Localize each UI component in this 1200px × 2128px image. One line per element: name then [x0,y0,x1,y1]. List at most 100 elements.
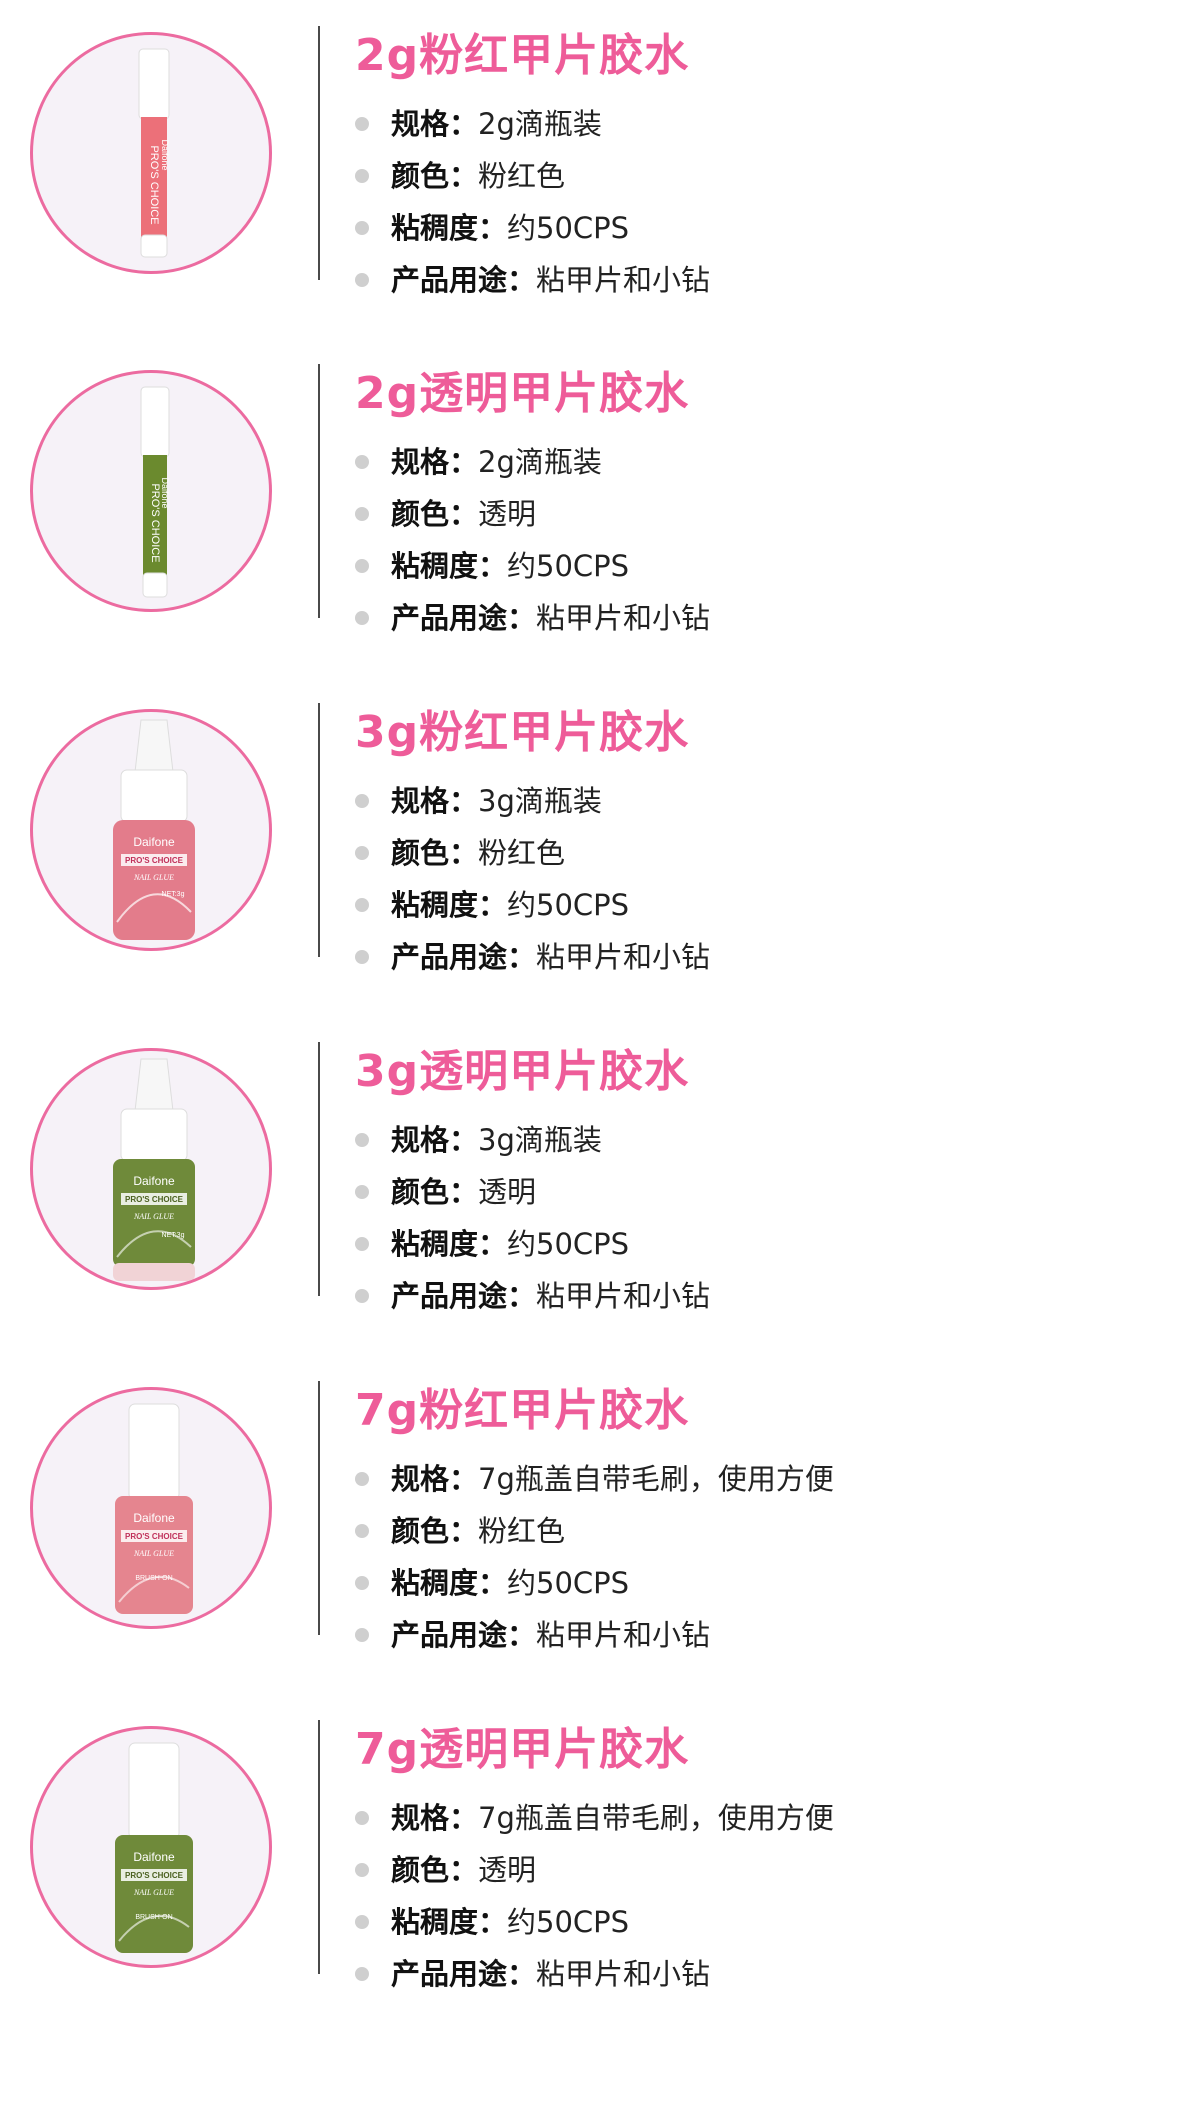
bullet-icon [355,950,369,964]
spec-item: 粘稠度：约50CPS [355,1557,834,1609]
bullet-icon [355,1915,369,1929]
pack-text-2: NAIL GLUE [133,1888,174,1897]
bullet-icon [355,1628,369,1642]
spec-value: 粉红色 [478,159,566,193]
spec-item: 规格：7g瓶盖自带毛刷，使用方便 [355,1453,834,1505]
green-brush-bottle-icon: Daifone PRO'S CHOICE NAIL GLUE BRUSH-ON [115,1742,193,1953]
section-divider [318,364,320,618]
product-title: 7g粉红甲片胶水 [355,1385,690,1436]
bullet-icon [355,1237,369,1251]
spec-item: 颜色：透明 [355,1166,710,1218]
spec-value: 粘甲片和小钻 [536,1618,711,1652]
spec-item: 产品用途：粘甲片和小钻 [355,1948,834,2000]
bullet-icon [355,559,369,573]
spec-label: 产品用途： [391,1618,537,1652]
pack-text-3: BRUSH-ON [135,1575,172,1582]
pink-brush-bottle-icon: Daifone PRO'S CHOICE NAIL GLUE BRUSH-ON [115,1403,193,1614]
product-title: 3g透明甲片胶水 [355,1046,690,1097]
spec-value: 2g滴瓶装 [478,445,602,479]
product-image-frame: PRO'S CHOICE Daifone [30,370,272,612]
spec-label: 产品用途： [391,263,537,297]
spec-list: 规格：7g瓶盖自带毛刷，使用方便 颜色：透明 粘稠度：约50CPS 产品用途：粘… [355,1792,834,2000]
section-divider [318,1381,320,1635]
spec-value: 粘甲片和小钻 [536,263,711,297]
product-title: 3g粉红甲片胶水 [355,707,690,758]
green-dropper-bottle-icon: Daifone PRO'S CHOICE NAIL GLUE NET:3g [113,1058,195,1281]
bullet-icon [355,1863,369,1877]
bullet-icon [355,169,369,183]
spec-label: 产品用途： [391,1957,537,1991]
spec-label: 粘稠度： [391,1566,508,1600]
spec-label: 粘稠度： [391,549,508,583]
pink-dropper-bottle-icon: Daifone PRO'S CHOICE NAIL GLUE NET:3g [113,719,195,940]
spec-value: 3g滴瓶装 [478,1123,602,1157]
spec-label: 粘稠度： [391,211,508,245]
spec-value: 粘甲片和小钻 [536,1279,711,1313]
spec-value: 3g滴瓶装 [478,784,602,818]
spec-label: 颜色： [391,159,479,193]
spec-label: 颜色： [391,1853,479,1887]
pack-text-2: NAIL GLUE [133,1212,174,1221]
product-image-frame: Daifone PRO'S CHOICE NAIL GLUE BRUSH-ON [30,1387,272,1629]
spec-item: 粘稠度：约50CPS [355,1896,834,1948]
spec-label: 规格： [391,445,479,479]
pack-text-2: NAIL GLUE [133,1549,174,1558]
product-title: 2g透明甲片胶水 [355,368,690,419]
spec-label: 粘稠度： [391,1905,508,1939]
product-image-frame: Daifone PRO'S CHOICE NAIL GLUE NET:3g [30,1048,272,1290]
spec-label: 颜色： [391,1514,479,1548]
spec-label: 产品用途： [391,1279,537,1313]
spec-value: 粉红色 [478,1514,566,1548]
spec-value: 粘甲片和小钻 [536,1957,711,1991]
spec-item: 粘稠度：约50CPS [355,540,710,592]
bullet-icon [355,898,369,912]
spec-value: 约50CPS [507,888,630,922]
spec-list: 规格：3g滴瓶装 颜色：透明 粘稠度：约50CPS 产品用途：粘甲片和小钻 [355,1114,710,1322]
spec-label: 粘稠度： [391,888,508,922]
spec-item: 产品用途：粘甲片和小钻 [355,254,710,306]
spec-label: 颜色： [391,1175,479,1209]
product-image-frame: Daifone PRO'S CHOICE NAIL GLUE BRUSH-ON [30,1726,272,1968]
spec-item: 规格：3g滴瓶装 [355,1114,710,1166]
spec-label: 粘稠度： [391,1227,508,1261]
bullet-icon [355,611,369,625]
spec-list: 规格：2g滴瓶装 颜色：粉红色 粘稠度：约50CPS 产品用途：粘甲片和小钻 [355,98,710,306]
spec-label: 规格： [391,784,479,818]
spec-value: 透明 [478,497,537,531]
bullet-icon [355,507,369,521]
spec-item: 颜色：透明 [355,1844,834,1896]
bullet-icon [355,455,369,469]
product-title: 2g粉红甲片胶水 [355,30,690,81]
spec-value: 约50CPS [507,1227,630,1261]
spec-value: 透明 [478,1853,537,1887]
spec-value: 约50CPS [507,1905,630,1939]
pack-text: PRO'S CHOICE [125,1871,184,1880]
bullet-icon [355,117,369,131]
product-card-5: Daifone PRO'S CHOICE NAIL GLUE BRUSH-ON … [0,1381,1200,1687]
spec-item: 产品用途：粘甲片和小钻 [355,1270,710,1322]
section-divider [318,1042,320,1296]
product-image-frame: PRO'S CHOICE Daifone [30,32,272,274]
pack-text: PRO'S CHOICE [125,856,184,865]
pack-text: PRO'S CHOICE [149,483,161,562]
spec-label: 规格： [391,107,479,141]
spec-item: 颜色：透明 [355,488,710,540]
bullet-icon [355,794,369,808]
spec-item: 颜色：粉红色 [355,150,710,202]
pink-pen-glue-icon: PRO'S CHOICE Daifone [138,48,170,258]
pack-text-2: NAIL GLUE [133,873,174,882]
product-card-6: Daifone PRO'S CHOICE NAIL GLUE BRUSH-ON … [0,1720,1200,2026]
bullet-icon [355,1524,369,1538]
bullet-icon [355,1133,369,1147]
spec-value: 粉红色 [478,836,566,870]
spec-label: 颜色： [391,497,479,531]
pack-brand: Daifone [133,1850,175,1864]
bullet-icon [355,1811,369,1825]
product-card-2: PRO'S CHOICE Daifone 2g透明甲片胶水 规格：2g滴瓶装 颜… [0,364,1200,670]
product-card-3: Daifone PRO'S CHOICE NAIL GLUE NET:3g 3g… [0,703,1200,1009]
spec-value: 约50CPS [507,211,630,245]
spec-value: 约50CPS [507,1566,630,1600]
spec-list: 规格：3g滴瓶装 颜色：粉红色 粘稠度：约50CPS 产品用途：粘甲片和小钻 [355,775,710,983]
spec-item: 规格：3g滴瓶装 [355,775,710,827]
spec-item: 粘稠度：约50CPS [355,879,710,931]
